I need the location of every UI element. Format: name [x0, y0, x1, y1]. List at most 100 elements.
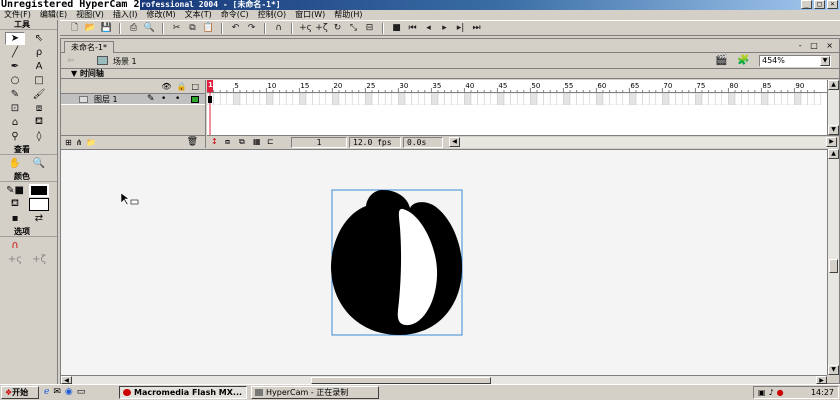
magnet-icon[interactable]: ∩	[5, 239, 25, 252]
frame-cell[interactable]	[589, 93, 597, 105]
frame-cell[interactable]	[378, 93, 386, 105]
frame-cell[interactable]	[266, 93, 274, 105]
scroll-up-button[interactable]: ▲	[828, 149, 839, 159]
frame-cell[interactable]	[312, 93, 320, 105]
scroll-thumb[interactable]	[829, 259, 838, 273]
back-arrow-icon[interactable]: ⇦	[67, 56, 75, 66]
onion-outline-icon[interactable]: ⧉	[239, 137, 245, 147]
timeline-header[interactable]: ▼ 时间轴	[61, 69, 839, 79]
lasso-tool-icon[interactable]: ρ	[29, 46, 49, 59]
layer-row[interactable]: 图层 1 ✎ • •	[61, 93, 205, 105]
frame-cell[interactable]	[563, 93, 571, 105]
frame-cell[interactable]	[807, 93, 815, 105]
frame-cell[interactable]	[543, 93, 551, 105]
frame-cell[interactable]	[728, 93, 736, 105]
brush-tool-icon[interactable]: 🖌	[29, 88, 49, 101]
menu-text[interactable]: 文本(T)	[185, 10, 212, 20]
fill-transform-tool-icon[interactable]: ⧈	[29, 102, 49, 115]
frame-rate[interactable]: 12.0 fps	[349, 137, 401, 148]
add-folder-icon[interactable]: 📁	[86, 138, 96, 147]
frame-cell[interactable]	[747, 93, 756, 105]
frame-cell[interactable]	[431, 93, 439, 105]
smooth-icon[interactable]: +ς	[299, 22, 312, 34]
frame-cell[interactable]	[299, 93, 307, 105]
step-forward-icon[interactable]: ▸|	[454, 22, 467, 34]
menu-commands[interactable]: 命令(C)	[221, 10, 249, 20]
frame-cell[interactable]	[279, 93, 287, 105]
menu-file[interactable]: 文件(F)	[4, 10, 31, 20]
frame-cell[interactable]	[708, 93, 716, 105]
scene-label[interactable]: 场景 1	[113, 56, 137, 67]
frame-cell[interactable]	[490, 93, 498, 105]
paint-bucket-tool-icon[interactable]: ⛾	[29, 116, 49, 129]
frame-cell[interactable]	[207, 93, 214, 105]
frame-cell[interactable]	[741, 93, 749, 105]
frame-cell[interactable]	[675, 93, 683, 105]
onion-markers-icon[interactable]: ⊏	[267, 137, 274, 146]
undo-icon[interactable]: ↶	[229, 22, 242, 34]
eyedropper-tool-icon[interactable]: ⚲	[5, 130, 25, 143]
menu-insert[interactable]: 插入(I)	[113, 10, 138, 20]
eye-icon[interactable]: 👁	[161, 82, 171, 91]
frame-cell[interactable]	[635, 93, 643, 105]
chevron-down-icon[interactable]: ▼	[820, 56, 830, 66]
paste-icon[interactable]: 📋	[202, 22, 215, 34]
straighten-icon[interactable]: +ζ	[315, 22, 328, 34]
frame-cell[interactable]	[233, 93, 241, 105]
frame-cell[interactable]	[800, 93, 808, 105]
print-preview-icon[interactable]: 🔍	[143, 22, 156, 34]
frame-cell[interactable]	[345, 93, 353, 105]
scroll-left-button[interactable]: ◀	[449, 137, 460, 147]
new-icon[interactable]: 🗋	[68, 22, 81, 34]
menu-modify[interactable]: 修改(M)	[146, 10, 175, 20]
stage-horizontal-scrollbar[interactable]: ◀ ▶	[61, 375, 827, 384]
frame-cell[interactable]	[780, 93, 789, 105]
lock-icon[interactable]: 🔒	[176, 82, 186, 91]
print-icon[interactable]: ⎙	[127, 22, 140, 34]
frame-cell[interactable]	[497, 93, 505, 105]
scroll-left-button[interactable]: ◀	[61, 376, 72, 384]
frame-cell[interactable]	[444, 93, 452, 105]
frame-cell[interactable]	[318, 93, 327, 105]
frame-cell[interactable]	[477, 93, 485, 105]
frame-cell[interactable]	[404, 93, 412, 105]
free-transform-tool-icon[interactable]: ⊡	[5, 102, 25, 115]
frame-cell[interactable]	[648, 93, 657, 105]
default-colors-icon[interactable]: ▪	[5, 212, 25, 225]
redo-icon[interactable]: ↷	[245, 22, 258, 34]
oval-tool-icon[interactable]: ○	[5, 74, 25, 87]
onion-skin-icon[interactable]: ⧈	[225, 137, 230, 147]
end-icon[interactable]: ⏭	[470, 22, 483, 34]
frame-cell[interactable]	[285, 93, 294, 105]
stage-canvas[interactable]	[61, 150, 827, 375]
edit-symbol-icon[interactable]: 🧩	[737, 55, 749, 66]
frame-cell[interactable]	[523, 93, 531, 105]
frame-cell[interactable]	[794, 93, 802, 105]
frame-cell[interactable]	[754, 93, 762, 105]
frame-cell[interactable]	[325, 93, 333, 105]
scroll-up-button[interactable]: ▲	[828, 80, 839, 90]
play-icon[interactable]: ▸	[438, 22, 451, 34]
volume-icon[interactable]: ♪	[769, 388, 777, 397]
maximize-button[interactable]: □	[814, 0, 825, 9]
rewind-icon[interactable]: ⏮	[406, 22, 419, 34]
timeline-frames[interactable]: 5 10 15 20 25 30 35 40 45 50 55 60 65 70 75 80 85 90 1	[207, 80, 827, 135]
straighten-option-icon[interactable]: +ζ	[29, 253, 49, 266]
layer-outline-color[interactable]	[191, 96, 199, 103]
scroll-down-button[interactable]: ▼	[828, 125, 839, 135]
scale-icon[interactable]: ⤡	[347, 22, 360, 34]
frame-cell[interactable]	[470, 93, 478, 105]
frame-cell[interactable]	[246, 93, 254, 105]
outline-icon[interactable]: □	[191, 82, 199, 91]
frame-cell[interactable]	[332, 93, 340, 105]
frame-cell[interactable]	[351, 93, 360, 105]
zoom-tool-icon[interactable]: 🔍	[29, 157, 49, 170]
frame-cell[interactable]	[787, 93, 795, 105]
frame-cell[interactable]	[239, 93, 247, 105]
task-hypercam[interactable]: HyperCam - 正在录制	[251, 386, 379, 399]
frame-cell[interactable]	[437, 93, 445, 105]
center-frame-icon[interactable]: ↕	[211, 137, 218, 146]
rotate-icon[interactable]: ↻	[331, 22, 344, 34]
eraser-tool-icon[interactable]: ◊	[29, 130, 49, 143]
stroke-swatch[interactable]	[29, 184, 49, 197]
